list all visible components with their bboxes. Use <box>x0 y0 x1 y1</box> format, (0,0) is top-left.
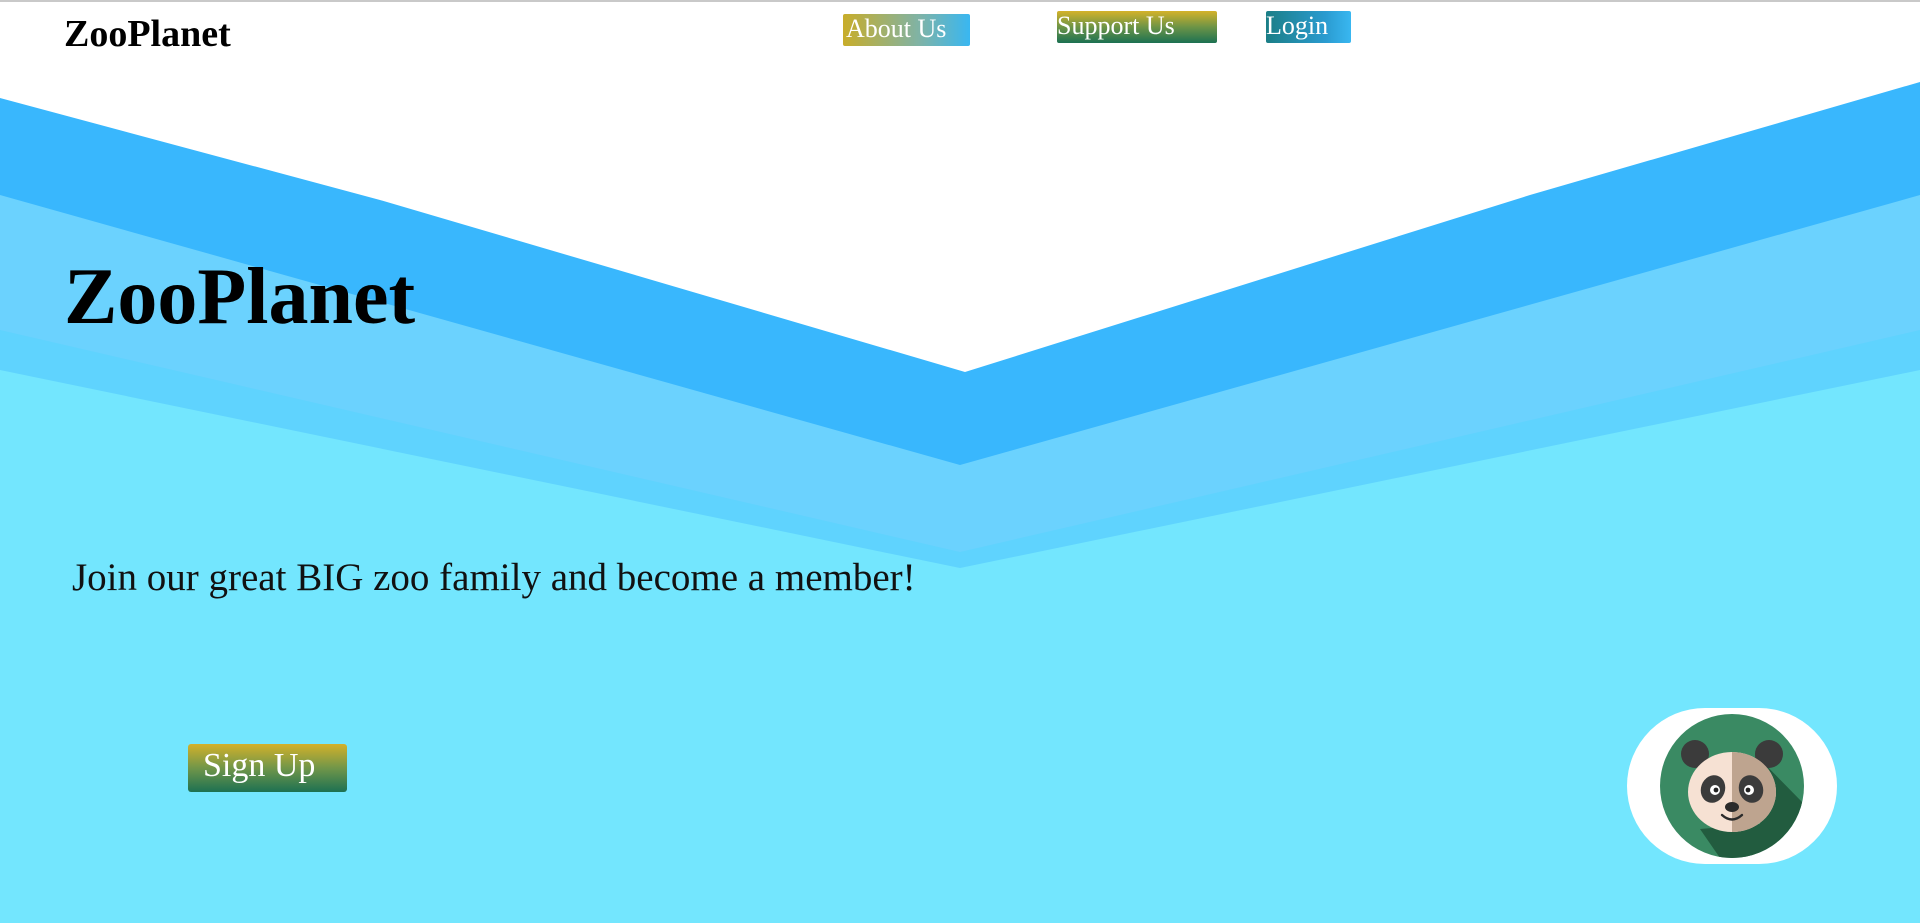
support-us-button[interactable]: Support Us <box>1057 11 1217 43</box>
hero-title: ZooPlanet <box>64 253 416 341</box>
panda-icon <box>1660 714 1804 858</box>
mascot-badge[interactable] <box>1627 708 1837 864</box>
top-rule <box>0 0 1920 2</box>
login-button[interactable]: Login <box>1266 11 1351 43</box>
top-navigation: ZooPlanet About Us Support Us Login <box>0 0 1920 60</box>
about-us-button[interactable]: About Us <box>843 14 970 46</box>
brand-logo[interactable]: ZooPlanet <box>64 11 231 57</box>
sign-up-button[interactable]: Sign Up <box>188 744 347 792</box>
hero-tagline: Join our great BIG zoo family and become… <box>72 556 916 599</box>
